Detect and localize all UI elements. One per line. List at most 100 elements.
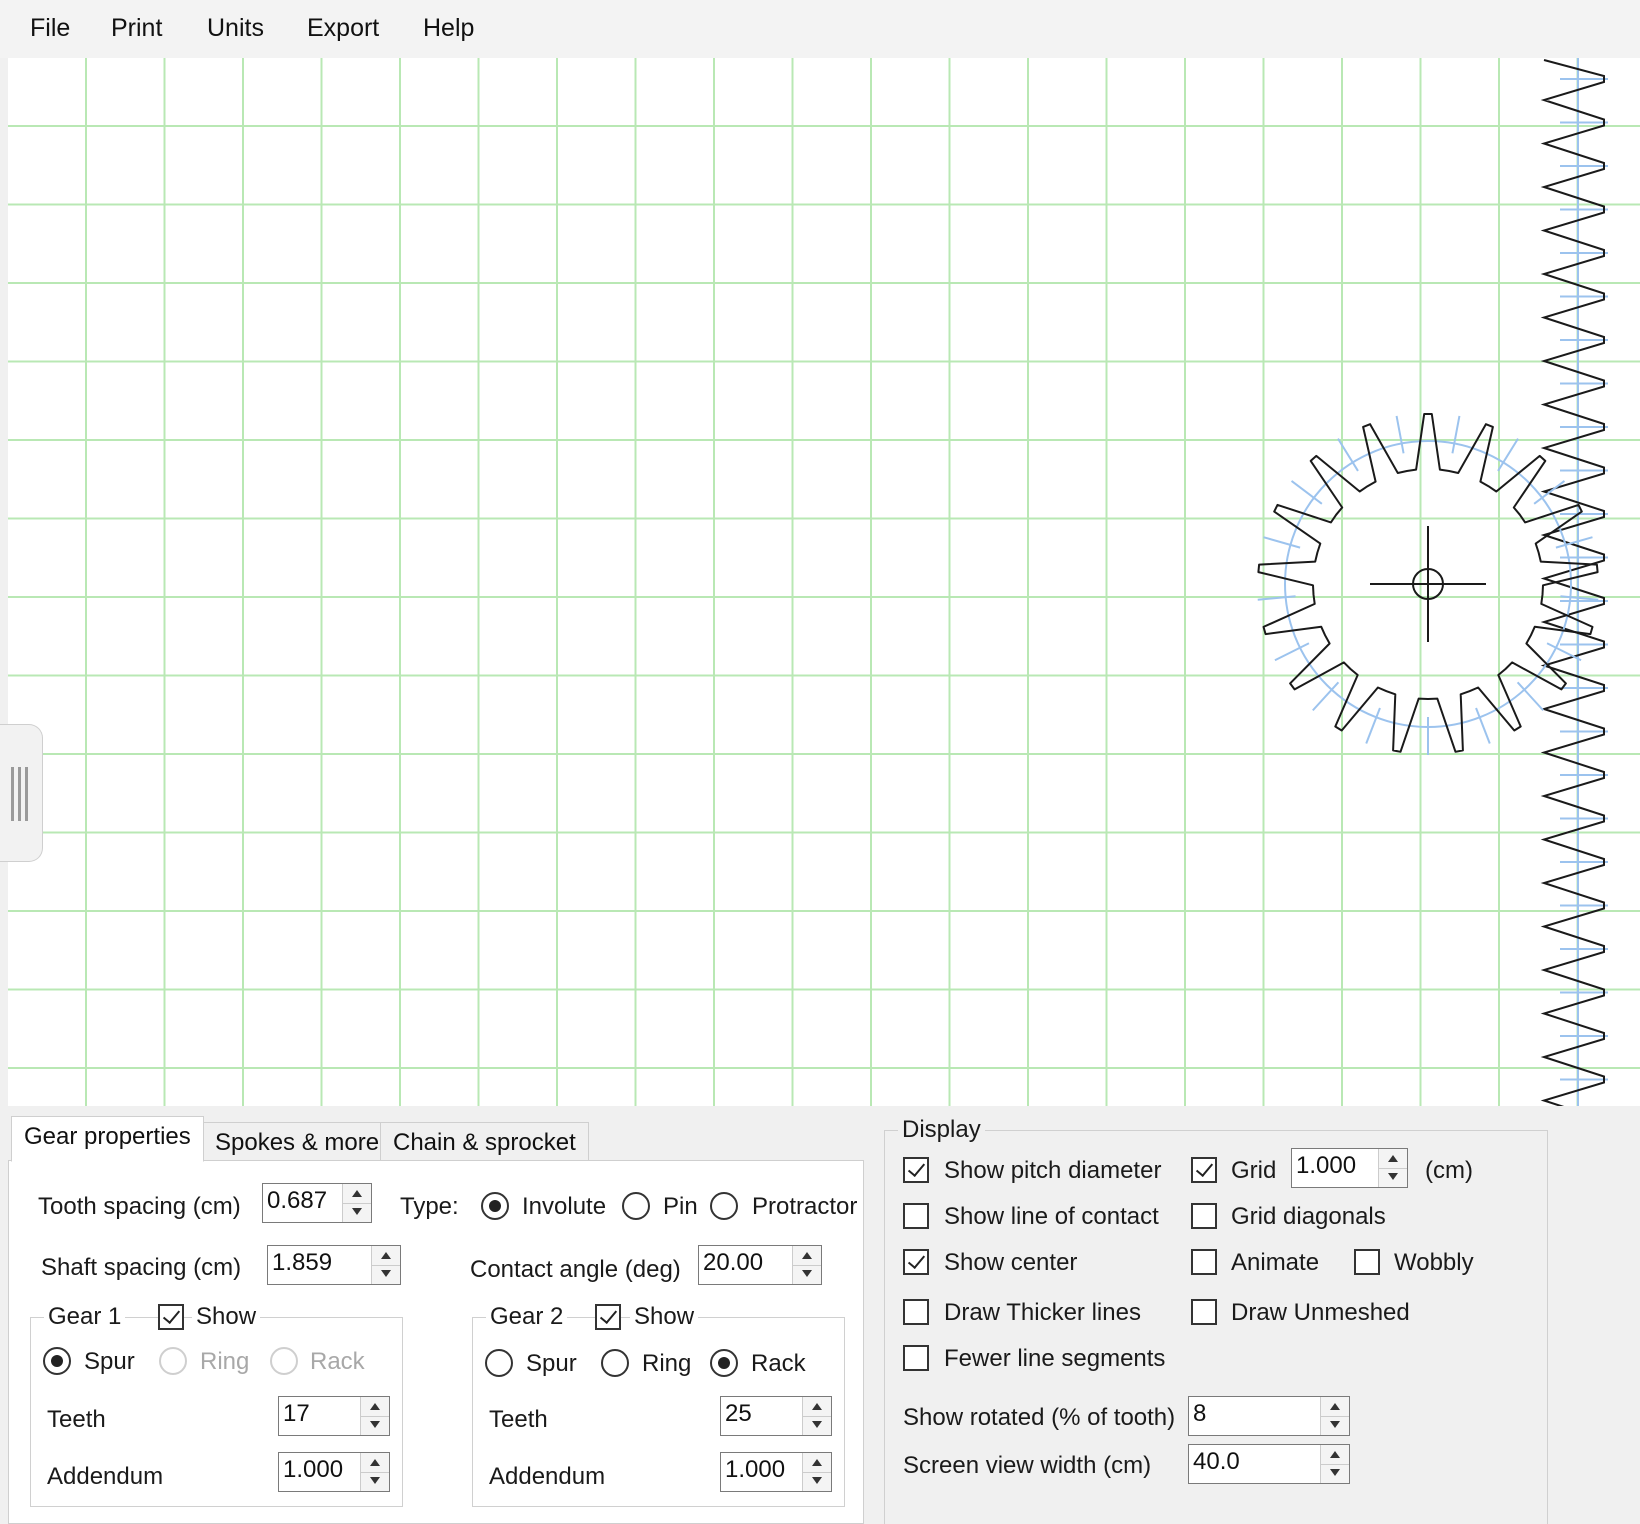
show-center-checkbox[interactable]: [903, 1249, 929, 1275]
spin-up-icon[interactable]: [343, 1184, 371, 1204]
spin-down-icon[interactable]: [361, 1416, 389, 1435]
gear1-teeth-input[interactable]: [279, 1397, 361, 1431]
side-grip-icon[interactable]: [0, 724, 43, 862]
grid-size-spinner[interactable]: [1291, 1148, 1408, 1188]
spin-down-icon[interactable]: [803, 1472, 831, 1491]
gear2-teeth-label: Teeth: [489, 1406, 548, 1433]
show-pitch-diameter-label: Show pitch diameter: [944, 1157, 1162, 1184]
gear1-spur-radio[interactable]: [43, 1347, 71, 1375]
contact-angle-input[interactable]: [699, 1246, 793, 1280]
spin-up-icon[interactable]: [803, 1453, 831, 1473]
tab-spokes-more[interactable]: Spokes & more: [202, 1122, 393, 1164]
type-pin-label: Pin: [663, 1193, 698, 1220]
gear2-addendum-spinner[interactable]: [720, 1452, 832, 1492]
menu-file[interactable]: File: [30, 14, 70, 43]
gear1-title: Gear 1: [44, 1303, 126, 1331]
gear2-addendum-label: Addendum: [489, 1463, 606, 1490]
shaft-spacing-spinner[interactable]: [267, 1245, 401, 1285]
pitch-tick: [1546, 642, 1582, 662]
pitch-tick: [1451, 415, 1461, 454]
spin-down-icon[interactable]: [361, 1472, 389, 1491]
spin-down-icon[interactable]: [1321, 1416, 1349, 1435]
screen-view-width-spinner[interactable]: [1188, 1444, 1350, 1484]
shaft-spacing-label: Shaft spacing (cm): [41, 1254, 242, 1281]
gear1-show-label: Show: [192, 1303, 261, 1331]
spin-up-icon[interactable]: [1321, 1397, 1349, 1417]
show-rotated-input[interactable]: [1189, 1397, 1319, 1431]
grid-lines: [8, 58, 1640, 1106]
menu-units[interactable]: Units: [207, 14, 264, 43]
tooth-spacing-spinner[interactable]: [262, 1183, 372, 1223]
gear2-spur-label: Spur: [526, 1350, 577, 1377]
spin-down-icon[interactable]: [372, 1265, 400, 1284]
spin-down-icon[interactable]: [793, 1265, 821, 1284]
menu-export[interactable]: Export: [307, 14, 379, 43]
spin-down-icon[interactable]: [803, 1416, 831, 1435]
shaft-spacing-input[interactable]: [268, 1246, 372, 1280]
draw-thicker-lines-checkbox[interactable]: [903, 1299, 929, 1325]
gear1-addendum-input[interactable]: [279, 1453, 361, 1487]
gear1-rack-label: Rack: [310, 1348, 365, 1375]
show-line-of-contact-checkbox[interactable]: [903, 1203, 929, 1229]
gear-drawing: [8, 58, 1640, 1106]
gear1-teeth-label: Teeth: [47, 1406, 106, 1433]
gear2-spur-radio[interactable]: [485, 1349, 513, 1377]
gear1-show-checkbox[interactable]: [158, 1304, 184, 1330]
spin-up-icon[interactable]: [361, 1397, 389, 1417]
screen-view-width-input[interactable]: [1189, 1445, 1319, 1479]
gear1-addendum-spinner[interactable]: [278, 1452, 390, 1492]
spin-down-icon[interactable]: [1379, 1168, 1407, 1187]
gear2-ring-radio[interactable]: [601, 1349, 629, 1377]
type-pin-radio[interactable]: [622, 1192, 650, 1220]
show-rotated-label: Show rotated (% of tooth): [903, 1404, 1176, 1431]
draw-unmeshed-checkbox[interactable]: [1191, 1299, 1217, 1325]
contact-angle-label: Contact angle (deg): [470, 1256, 681, 1283]
spin-up-icon[interactable]: [1379, 1149, 1407, 1169]
grid-diagonals-checkbox[interactable]: [1191, 1203, 1217, 1229]
gear2-teeth-input[interactable]: [721, 1397, 803, 1431]
gear2-show-checkbox[interactable]: [595, 1304, 621, 1330]
animate-checkbox[interactable]: [1191, 1249, 1217, 1275]
grid-size-input[interactable]: [1292, 1149, 1379, 1183]
type-protractor-radio[interactable]: [710, 1192, 738, 1220]
spin-up-icon[interactable]: [361, 1453, 389, 1473]
spin-up-icon[interactable]: [372, 1246, 400, 1266]
spin-up-icon[interactable]: [793, 1246, 821, 1266]
menu-print[interactable]: Print: [111, 14, 162, 43]
gear-canvas[interactable]: [8, 58, 1640, 1106]
draw-thicker-lines-label: Draw Thicker lines: [944, 1299, 1141, 1326]
screen-view-width-label: Screen view width (cm): [903, 1452, 1152, 1479]
pitch-tick: [1516, 681, 1544, 712]
show-center-label: Show center: [944, 1249, 1078, 1276]
show-rotated-spinner[interactable]: [1188, 1396, 1350, 1436]
spin-up-icon[interactable]: [1321, 1445, 1349, 1465]
draw-unmeshed-label: Draw Unmeshed: [1231, 1299, 1410, 1326]
gear2-teeth-spinner[interactable]: [720, 1396, 832, 1436]
tooth-spacing-input[interactable]: [263, 1184, 343, 1218]
gear2-show-label: Show: [630, 1303, 699, 1331]
pitch-tick: [1312, 681, 1340, 712]
gear1-ring-radio: [159, 1347, 187, 1375]
type-involute-radio[interactable]: [481, 1192, 509, 1220]
grid-checkbox[interactable]: [1191, 1157, 1217, 1183]
type-protractor-label: Protractor: [752, 1193, 858, 1220]
gear2-title: Gear 2: [486, 1303, 568, 1331]
pitch-tick: [1263, 536, 1301, 549]
gear2-rack-radio[interactable]: [710, 1349, 738, 1377]
contact-angle-spinner[interactable]: [698, 1245, 822, 1285]
spin-down-icon[interactable]: [343, 1203, 371, 1222]
center-marker-icon: [1370, 526, 1486, 642]
spin-up-icon[interactable]: [803, 1397, 831, 1417]
tab-gear-properties[interactable]: Gear properties: [11, 1116, 204, 1162]
pitch-tick: [1555, 536, 1593, 549]
wobbly-checkbox[interactable]: [1354, 1249, 1380, 1275]
type-label: Type:: [400, 1193, 459, 1220]
gear2-addendum-input[interactable]: [721, 1453, 803, 1487]
menu-help[interactable]: Help: [423, 14, 474, 43]
gear2-ring-label: Ring: [642, 1350, 692, 1377]
spin-down-icon[interactable]: [1321, 1464, 1349, 1483]
gear1-teeth-spinner[interactable]: [278, 1396, 390, 1436]
fewer-line-segments-checkbox[interactable]: [903, 1345, 929, 1371]
show-pitch-diameter-checkbox[interactable]: [903, 1157, 929, 1183]
tab-chain-sprocket[interactable]: Chain & sprocket: [380, 1122, 589, 1164]
